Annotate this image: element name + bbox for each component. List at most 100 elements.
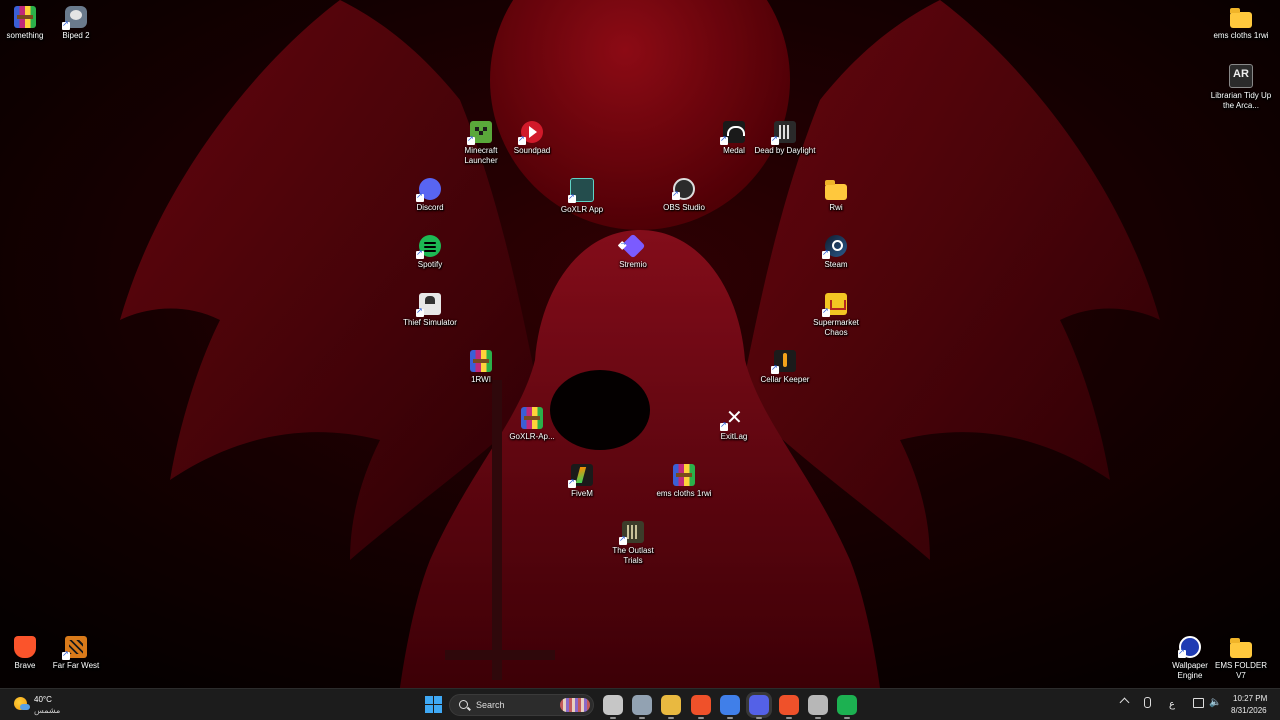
clock-date[interactable]: 8/31/2026 — [1231, 706, 1267, 715]
weather-temp: 40°C — [34, 695, 52, 704]
shortcut-arrow-icon — [467, 134, 475, 145]
desktop-shortcut[interactable]: 1RWI — [450, 350, 512, 385]
clock-time[interactable]: 10:27 PM — [1233, 694, 1267, 703]
brave-taskbar-icon-2[interactable] — [779, 695, 799, 719]
medal-icon — [720, 121, 745, 145]
desktop-icon-label: Discord — [416, 203, 444, 212]
chrome-icon[interactable] — [720, 695, 740, 719]
fivem-icon — [568, 464, 593, 488]
soundpad-icon — [518, 121, 543, 145]
desktop-icon-label: Rwi — [829, 203, 843, 212]
desktop-icon-label: Supermarket Chaos — [813, 318, 859, 337]
desktop-icon-label: Steam — [824, 260, 848, 269]
shortcut-arrow-icon — [518, 134, 526, 145]
librarian-icon — [1229, 64, 1253, 88]
shortcut-arrow-icon — [720, 134, 728, 145]
desktop-shortcut[interactable]: Rwi — [805, 178, 867, 213]
spotify-icon — [416, 235, 441, 259]
biped-icon — [62, 6, 87, 30]
desktop-shortcut[interactable]: OBS Studio — [653, 178, 715, 213]
chevron-up-icon[interactable] — [1119, 697, 1130, 708]
steam-taskbar-icon[interactable] — [808, 695, 828, 719]
desktop-icon-label: Dead by Daylight — [754, 146, 816, 155]
desktop-icon-label: ExitLag — [720, 432, 748, 441]
desktop-shortcut[interactable]: Librarian Tidy Up the Arca... — [1210, 64, 1272, 111]
folder-icon — [825, 180, 847, 200]
desktop-shortcut[interactable]: Spotify — [399, 235, 461, 270]
start-button[interactable] — [424, 695, 444, 715]
microphone-icon[interactable] — [1144, 697, 1151, 708]
desktop-shortcut[interactable]: Steam — [805, 235, 867, 270]
wallpaper-engine-icon — [1178, 636, 1201, 658]
brave-browser-icon[interactable] — [691, 695, 711, 719]
shortcut-arrow-icon — [568, 477, 576, 488]
desktop-shortcut[interactable]: Cellar Keeper — [754, 350, 816, 385]
shortcut-arrow-icon — [617, 240, 627, 250]
desktop-icon-label: OBS Studio — [663, 203, 705, 212]
desktop-shortcut[interactable]: Far Far West — [45, 636, 107, 671]
shortcut-arrow-icon — [416, 248, 424, 259]
thief-simulator-icon — [416, 293, 441, 317]
desktop-shortcut[interactable]: Biped 2 — [45, 6, 107, 41]
desktop-icon-label: FiveM — [571, 489, 593, 498]
settings-gear-icon[interactable] — [632, 695, 652, 719]
taskbar-search[interactable]: Search — [449, 694, 594, 716]
network-icon[interactable] — [1193, 698, 1204, 708]
desktop-shortcut[interactable]: The Outlast Trials — [602, 521, 664, 566]
shortcut-arrow-icon — [62, 19, 70, 30]
desktop-icon-label: Biped 2 — [62, 31, 90, 40]
desktop-icon-label: ems cloths 1rwi — [1213, 31, 1269, 40]
desktop-shortcut[interactable]: Supermarket Chaos — [805, 293, 867, 338]
desktop-icon-label: Soundpad — [513, 146, 551, 155]
cloud-icon — [20, 704, 30, 710]
search-label: Search — [476, 700, 505, 710]
desktop-shortcut[interactable]: GoXLR App — [551, 178, 613, 215]
desktop-icon-label: Spotify — [417, 260, 443, 269]
input-language[interactable]: ع — [1169, 699, 1175, 710]
shortcut-arrow-icon — [771, 134, 779, 145]
desktop-icon-label: Cellar Keeper — [760, 375, 810, 384]
brave-icon — [14, 636, 36, 658]
shortcut-arrow-icon — [771, 363, 779, 374]
desktop-shortcut[interactable]: GoXLR-Ap... — [501, 407, 563, 442]
desktop-shortcut[interactable]: Dead by Daylight — [754, 121, 816, 156]
taskbar: 40°C مشمس Search ع 🔈 10:27 PM 8/31/2026 — [0, 688, 1280, 720]
winrar-icon — [673, 464, 695, 486]
desktop-shortcut[interactable]: EMS FOLDER V7 — [1210, 636, 1272, 681]
stremio-icon — [617, 233, 646, 259]
winrar-icon — [470, 350, 492, 372]
supermarket-chaos-icon — [822, 293, 847, 317]
desktop-icon-label: ems cloths 1rwi — [656, 489, 712, 498]
shortcut-arrow-icon — [822, 248, 830, 259]
outlast-trials-icon — [619, 521, 644, 545]
discord-taskbar-icon[interactable] — [749, 695, 769, 719]
shortcut-arrow-icon — [619, 534, 627, 545]
desktop-icon-label: Far Far West — [52, 661, 100, 670]
shortcut-arrow-icon — [672, 189, 680, 200]
file-explorer-icon[interactable] — [661, 695, 681, 719]
steam-icon — [822, 235, 847, 259]
task-view-icon[interactable] — [603, 695, 623, 719]
shortcut-arrow-icon — [416, 191, 424, 202]
desktop-shortcut[interactable]: ems cloths 1rwi — [653, 464, 715, 499]
obs-icon — [672, 178, 695, 200]
desktop-shortcut[interactable]: FiveM — [551, 464, 613, 499]
folder-icon — [1230, 638, 1252, 658]
desktop-icon-label: The Outlast Trials — [612, 546, 654, 565]
folder-icon — [1230, 8, 1252, 28]
desktop-icon-label: GoXLR-Ap... — [509, 432, 555, 441]
minecraft-icon — [467, 121, 492, 145]
spotify-taskbar-icon[interactable] — [837, 695, 857, 719]
shortcut-arrow-icon — [822, 306, 830, 317]
desktop-shortcut[interactable]: ems cloths 1rwi — [1210, 6, 1272, 41]
shortcut-arrow-icon — [1178, 647, 1186, 658]
volume-icon[interactable]: 🔈 — [1209, 697, 1221, 708]
desktop-shortcut[interactable]: Soundpad — [501, 121, 563, 156]
desktop-shortcut[interactable]: Thief Simulator — [399, 293, 461, 328]
desktop-icon-label: 1RWI — [471, 375, 491, 384]
desktop-wallpaper — [0, 0, 1280, 688]
desktop-shortcut[interactable]: Discord — [399, 178, 461, 213]
search-icon — [459, 700, 468, 709]
desktop-shortcut[interactable]: Stremio — [602, 233, 664, 270]
desktop-shortcut[interactable]: ExitLag — [703, 405, 765, 442]
